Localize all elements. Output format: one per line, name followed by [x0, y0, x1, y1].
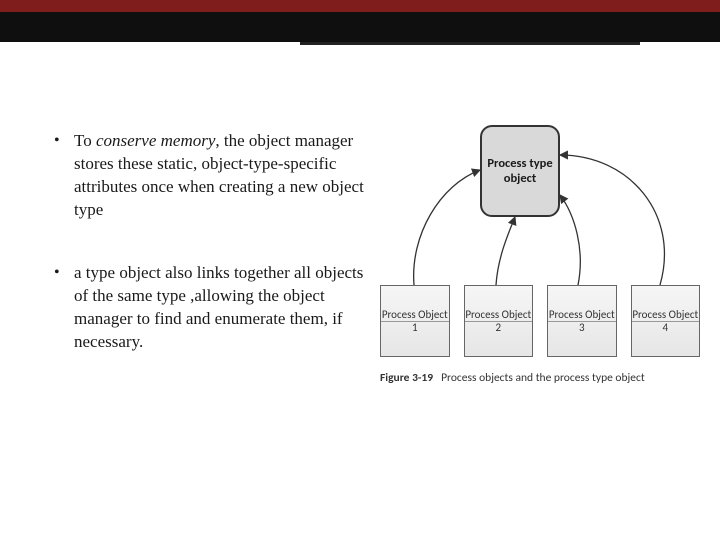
figure-caption: Figure 3-19 Process objects and the proce… [380, 371, 645, 385]
process-object-2-label: Process Object 2 [465, 308, 533, 334]
process-object-row: Process Object 1 Process Object 2 Proces… [380, 285, 700, 357]
process-object-4: Process Object 4 [631, 285, 701, 357]
accent-bar-thin [300, 42, 640, 45]
bullet-1: To conserve memory, the object manager s… [50, 130, 370, 222]
diagram: Process type object Process Object 1 Pro… [380, 115, 700, 415]
process-type-object-box: Process type object [480, 125, 560, 217]
accent-bar-black [0, 12, 720, 42]
process-object-3: Process Object 3 [547, 285, 617, 357]
process-object-2: Process Object 2 [464, 285, 534, 357]
bullet-2: a type object also links together all ob… [50, 262, 370, 354]
bullet-1-pre: To [74, 131, 96, 150]
process-object-1: Process Object 1 [380, 285, 450, 357]
accent-bar-red [0, 0, 720, 12]
process-object-3-label: Process Object 3 [548, 308, 616, 334]
figure-caption-text: Process objects and the process type obj… [441, 371, 645, 385]
bullet-1-em: conserve memory [96, 131, 215, 150]
figure-caption-label: Figure 3-19 [380, 371, 433, 385]
slide: To conserve memory, the object manager s… [0, 0, 720, 540]
process-object-4-label: Process Object 4 [632, 308, 700, 334]
process-object-1-label: Process Object 1 [381, 308, 449, 334]
bullet-list: To conserve memory, the object manager s… [50, 130, 370, 394]
